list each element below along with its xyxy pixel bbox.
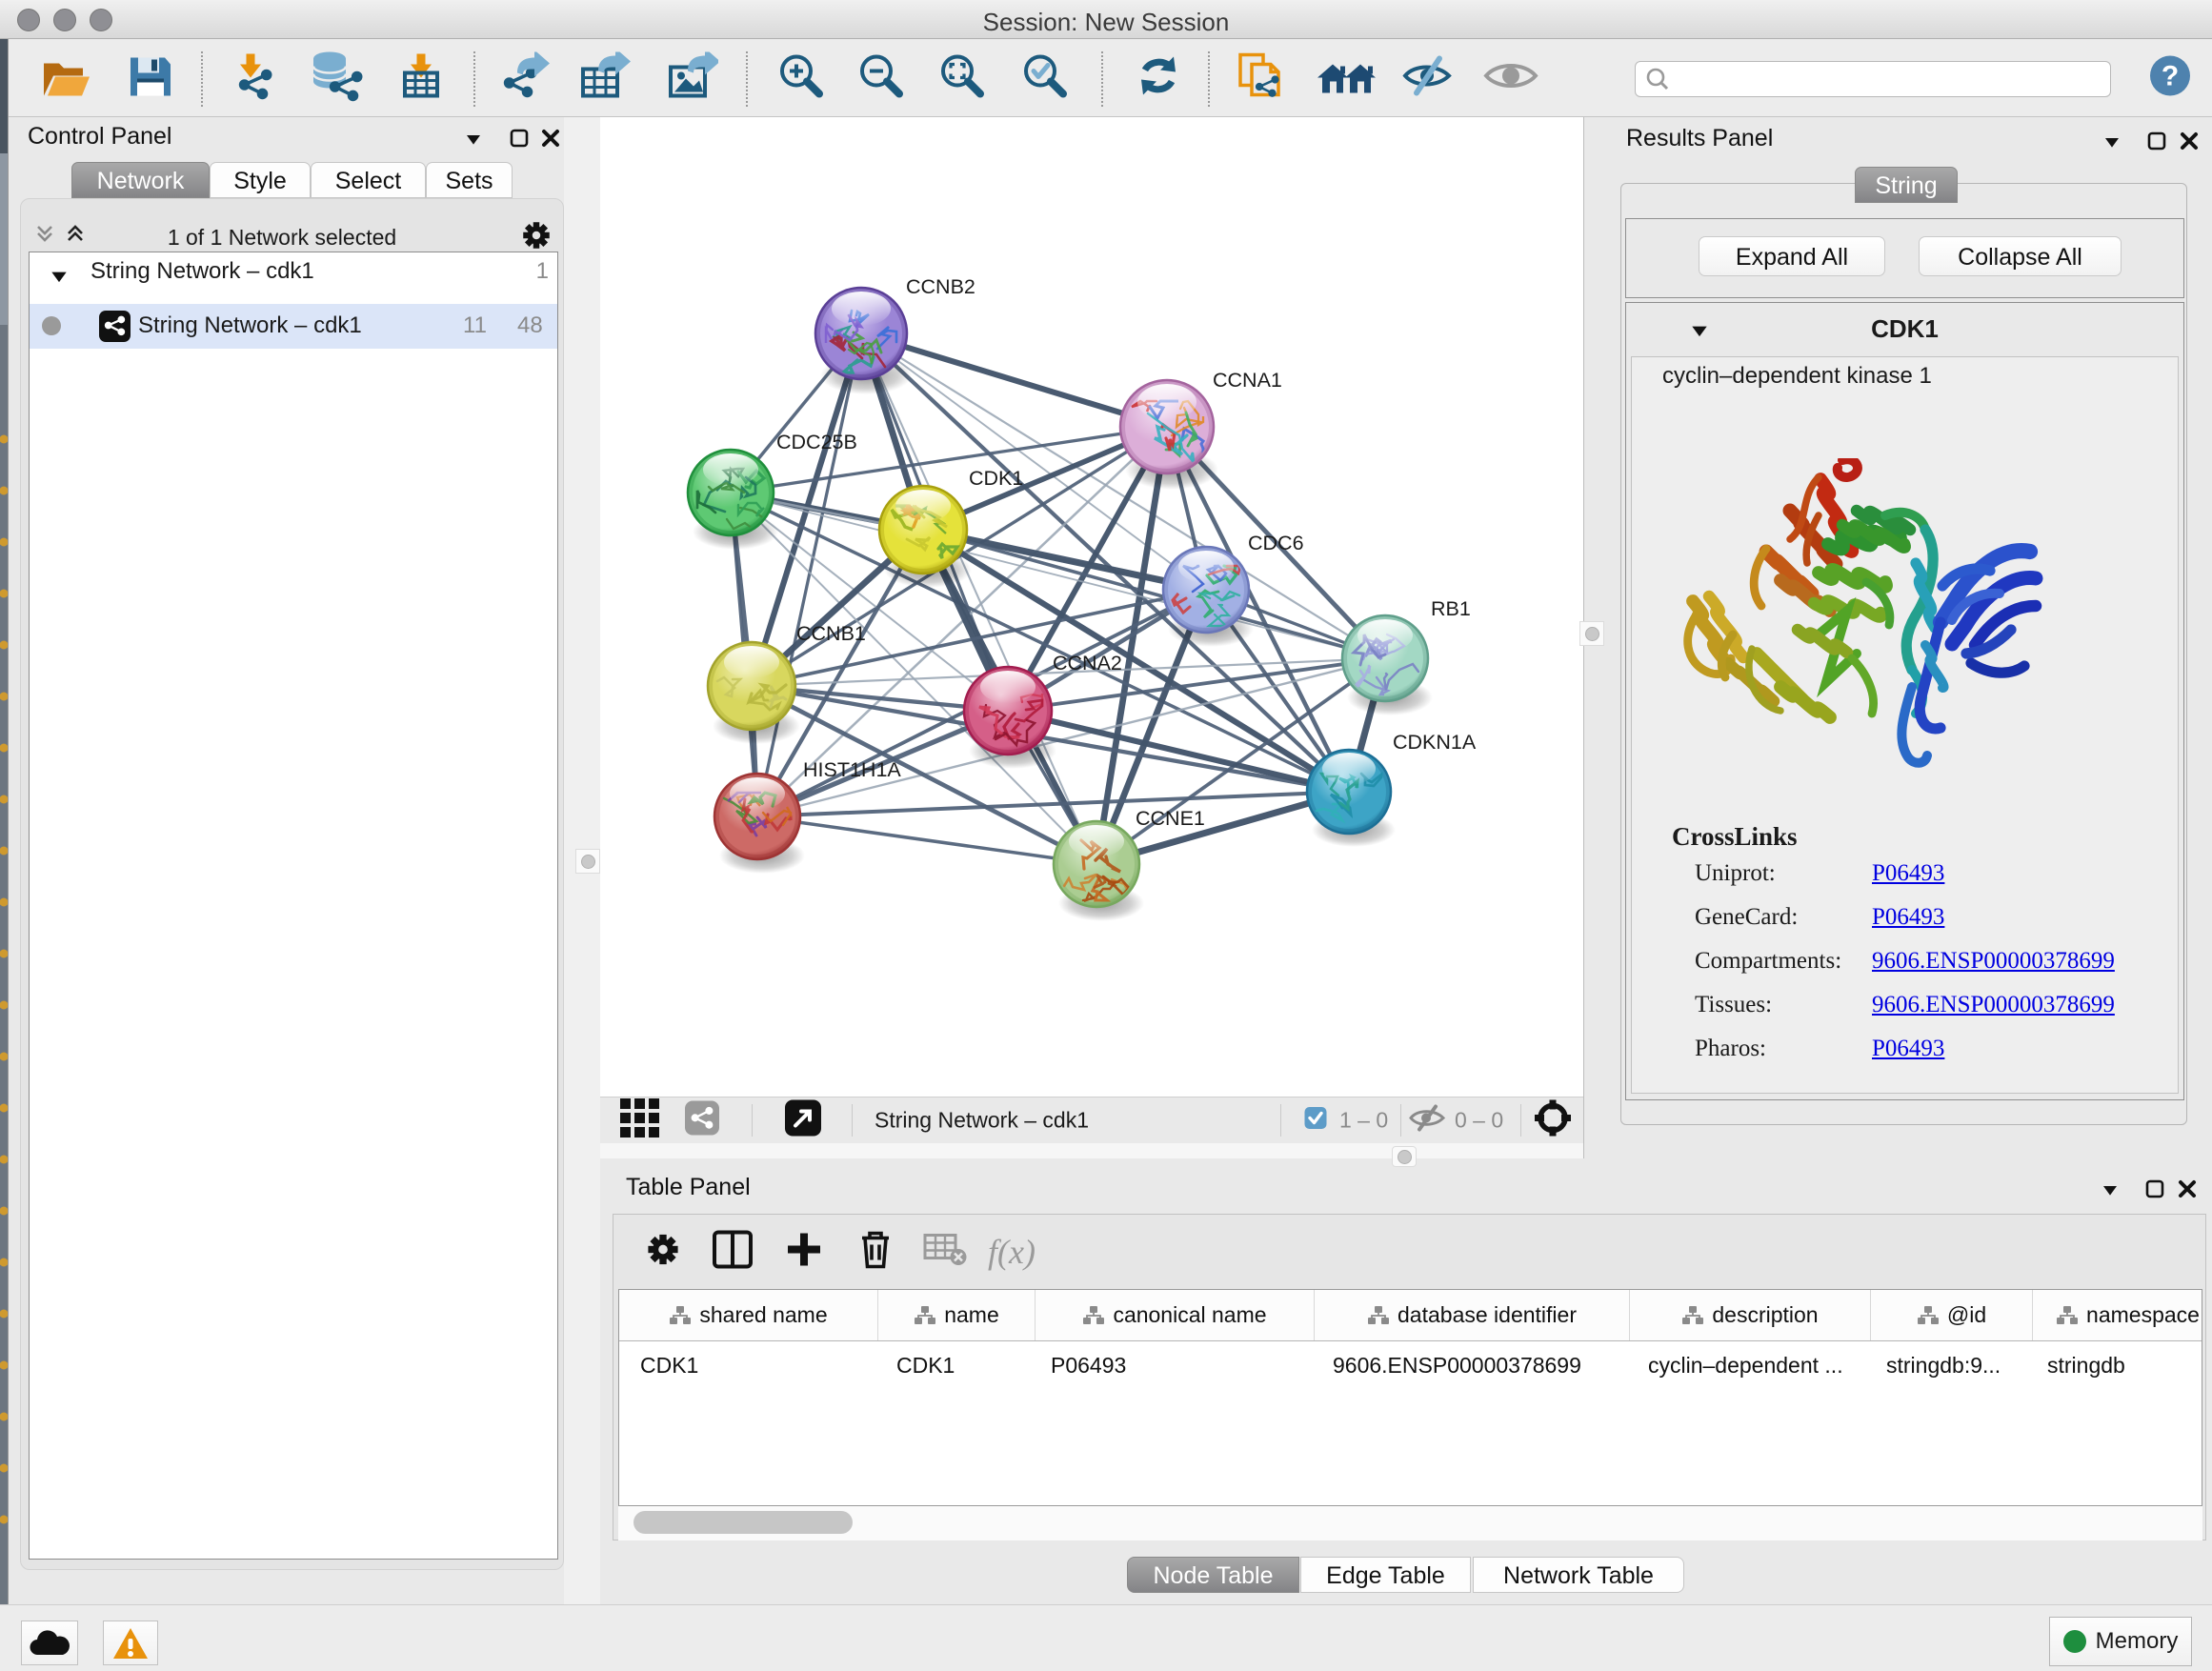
svg-text:CCNE1: CCNE1 — [1136, 807, 1205, 830]
svg-text:CDC25B: CDC25B — [776, 431, 857, 453]
svg-text:CCNB2: CCNB2 — [906, 275, 975, 298]
svg-text:CCNB1: CCNB1 — [796, 622, 866, 645]
svg-text:CDK1: CDK1 — [969, 467, 1023, 490]
svg-text:CCNA2: CCNA2 — [1053, 652, 1122, 674]
svg-text:CCNA1: CCNA1 — [1213, 369, 1282, 392]
svg-text:RB1: RB1 — [1431, 597, 1471, 620]
svg-text:CDC6: CDC6 — [1248, 532, 1304, 554]
svg-text:?: ? — [2162, 61, 2179, 92]
svg-text:CDKN1A: CDKN1A — [1393, 731, 1477, 754]
svg-text:HIST1H1A: HIST1H1A — [803, 758, 901, 781]
